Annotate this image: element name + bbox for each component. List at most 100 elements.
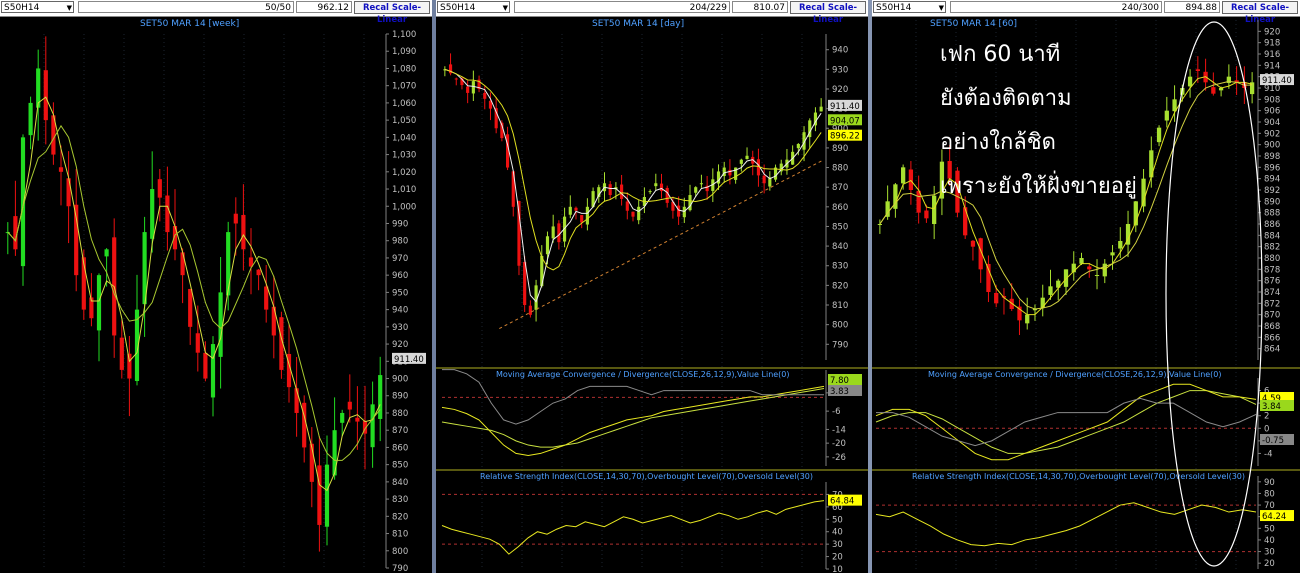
y-tick-label: 920 — [832, 85, 848, 95]
candle-body — [203, 352, 208, 379]
value-label: 64.84 — [830, 497, 854, 507]
y-tick-label: 914 — [1264, 61, 1280, 71]
weekly-toolbar: S50H14 ▼ 50/50 962.12 Recal Scale-Linear — [0, 0, 432, 25]
bar-counter: 50/50 — [78, 1, 294, 13]
y-tick-label: 1,010 — [392, 185, 416, 195]
annotation-line-4: เพราะยังให้ฝั่งขายอยู่ — [940, 174, 1137, 199]
y-tick-label: 872 — [1264, 299, 1280, 309]
candle-body — [66, 178, 71, 207]
hourly-toolbar: S50H14 ▼ 240/300 894.88 Recal Scale-Line… — [872, 0, 1300, 25]
y-tick-label: 930 — [832, 65, 848, 75]
candle-body — [180, 252, 185, 276]
y-tick-label: 70 — [1264, 501, 1275, 511]
y-tick-label: 890 — [392, 392, 408, 402]
dropdown-arrow-icon[interactable]: ▼ — [67, 2, 72, 14]
candle-body — [585, 206, 589, 225]
y-tick-label: 1,060 — [392, 99, 416, 109]
y-tick-label: 916 — [1264, 50, 1280, 60]
candle-body — [1048, 286, 1053, 295]
symbol-selector[interactable]: S50H14 ▼ — [873, 1, 946, 13]
recal-scale-button[interactable]: Recal Scale-Linear — [790, 1, 866, 25]
candle-body — [256, 269, 261, 276]
bar-counter-value: 50/50 — [265, 3, 291, 13]
value-label: 3.83 — [830, 387, 849, 397]
y-tick-label: 810 — [832, 301, 848, 311]
hourly-chart-panel: S50H14 ▼ 240/300 894.88 Recal Scale-Line… — [872, 0, 1300, 573]
y-tick-label: 906 — [1264, 107, 1280, 117]
macd-title: Moving Average Convergence / Divergence(… — [496, 370, 790, 379]
recal-scale-button[interactable]: Recal Scale-Linear — [354, 1, 430, 25]
y-tick-label: 840 — [832, 242, 848, 252]
y-tick-label: 886 — [1264, 220, 1280, 230]
candle-body — [545, 236, 550, 255]
candle-body — [932, 195, 937, 225]
candle-body — [1118, 241, 1123, 249]
recal-scale-button[interactable]: Recal Scale-Linear — [1222, 1, 1298, 25]
price-readout-value: 810.07 — [753, 3, 786, 13]
y-tick-label: 864 — [1264, 345, 1280, 355]
price-readout: 962.12 — [296, 1, 352, 13]
y-tick-label: 30 — [1264, 548, 1275, 558]
candle-body — [370, 404, 375, 448]
candle-body — [127, 353, 132, 379]
y-tick-label: 40 — [1264, 536, 1275, 546]
bar-counter-value: 204/229 — [689, 3, 727, 13]
y-tick-label: -20 — [832, 439, 846, 449]
candle-body — [682, 206, 686, 218]
symbol-selector[interactable]: S50H14 ▼ — [437, 1, 510, 13]
candle-body — [317, 465, 322, 525]
candle-body — [241, 215, 246, 250]
candle-body — [877, 224, 883, 225]
candle-body — [1025, 314, 1030, 324]
candle-body — [620, 184, 624, 199]
y-tick-label: 1,050 — [392, 116, 416, 126]
weekly-chart-canvas: SET50 MAR 14 [week] 1,100 1,090 1,080 1,070 1… — [5, 19, 426, 573]
candle-body — [1156, 127, 1162, 143]
candle-body — [901, 167, 906, 184]
value-label: 911.40 — [830, 102, 860, 112]
value-label: 3.84 — [1262, 402, 1281, 412]
y-tick-label: 892 — [1264, 186, 1280, 196]
candle-body — [157, 179, 162, 198]
candle-body — [739, 159, 743, 164]
y-tick-label: 1,080 — [392, 64, 416, 74]
candle-body — [637, 206, 641, 221]
y-tick-label: 810 — [392, 530, 408, 540]
y-tick-label: -6 — [832, 407, 840, 417]
candle-body — [96, 275, 102, 331]
candle-body — [340, 412, 345, 423]
y-tick-label: 90 — [1264, 478, 1275, 488]
dropdown-arrow-icon[interactable]: ▼ — [939, 2, 944, 14]
y-tick-label: 830 — [392, 495, 408, 505]
y-tick-label: 850 — [392, 461, 408, 471]
candle-body — [1094, 275, 1100, 276]
y-tick-label: 50 — [832, 515, 843, 525]
y-tick-label: 840 — [392, 478, 408, 488]
y-tick-label: 800 — [832, 321, 848, 331]
y-tick-label: 888 — [1264, 209, 1280, 219]
symbol-selector[interactable]: S50H14 ▼ — [1, 1, 74, 13]
candle-body — [483, 92, 487, 99]
y-tick-label: 1,000 — [392, 202, 416, 212]
daily-chart-canvas: SET50 MAR 14 [day]9409309209109008908808… — [436, 19, 868, 573]
y-tick-label: 40 — [832, 528, 843, 538]
bar-counter: 240/300 — [950, 1, 1162, 13]
y-tick-label: 860 — [392, 443, 408, 453]
y-tick-label: 940 — [392, 306, 408, 316]
dropdown-arrow-icon[interactable]: ▼ — [503, 2, 508, 14]
candle-body — [226, 232, 231, 296]
rsi-line — [875, 502, 1257, 547]
value-label: 7.80 — [830, 376, 849, 386]
candle-body — [659, 183, 664, 192]
ma-fast-line — [7, 96, 381, 492]
y-tick-label: 920 — [392, 340, 408, 350]
y-tick-label: 800 — [392, 547, 408, 557]
price-readout: 894.88 — [1164, 1, 1220, 13]
y-tick-label: 860 — [832, 203, 848, 213]
candle-body — [1187, 76, 1193, 87]
y-tick-label: 866 — [1264, 333, 1280, 343]
chart-title: SET50 MAR 14 [60] — [930, 19, 1017, 29]
candle-body — [665, 187, 669, 203]
macd-line — [441, 385, 825, 457]
candle-body — [762, 175, 766, 184]
